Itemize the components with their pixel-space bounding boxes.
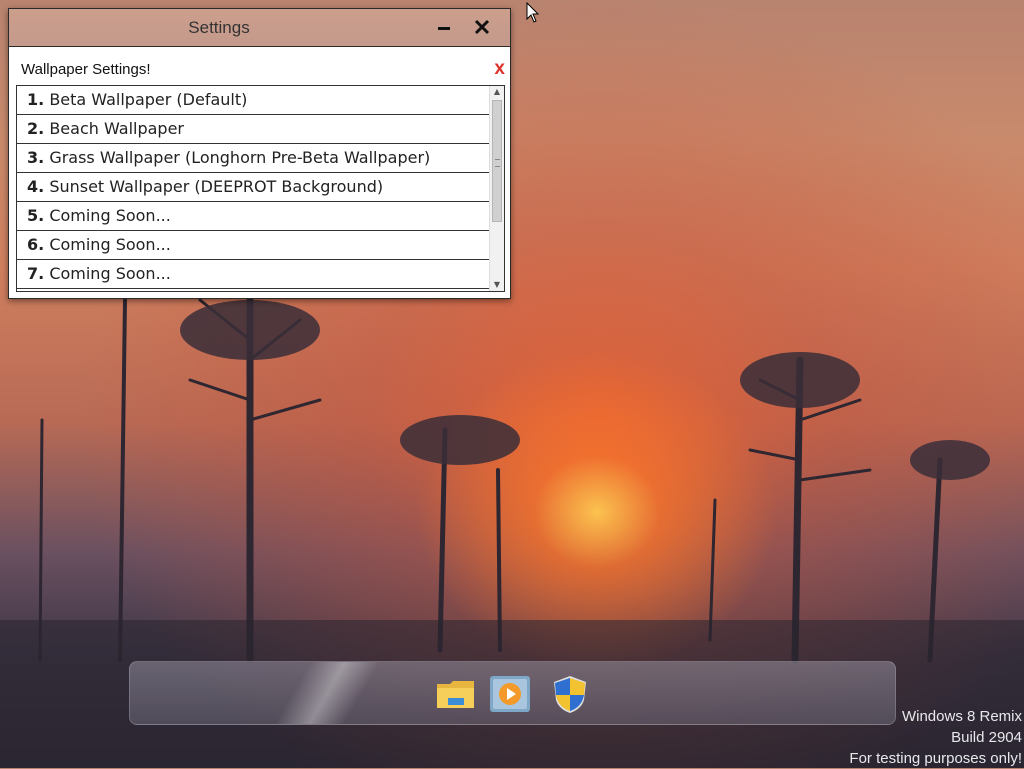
close-window-button[interactable] xyxy=(469,15,495,39)
wallpaper-rows: 1. Beta Wallpaper (Default) 2. Beach Wal… xyxy=(17,86,489,289)
window-title: Settings xyxy=(188,18,250,37)
item-label: Coming Soon... xyxy=(49,235,171,254)
close-panel-button[interactable]: x xyxy=(494,58,505,80)
wallpaper-settings-heading: Wallpaper Settings! xyxy=(21,61,151,78)
scroll-down-arrow-icon[interactable]: ▼ xyxy=(490,279,504,291)
item-number: 1. xyxy=(27,90,45,109)
item-number: 4. xyxy=(27,177,45,196)
wallpaper-item-3[interactable]: 3. Grass Wallpaper (Longhorn Pre-Beta Wa… xyxy=(17,144,489,173)
item-number: 7. xyxy=(27,264,45,283)
item-label: Beta Wallpaper (Default) xyxy=(49,90,248,109)
wallpaper-item-7[interactable]: 7. Coming Soon... xyxy=(17,260,489,289)
item-label: Coming Soon... xyxy=(49,206,171,225)
wallpaper-item-5[interactable]: 5. Coming Soon... xyxy=(17,202,489,231)
watermark-build: Build 2904 xyxy=(951,729,1022,746)
wallpaper-item-6[interactable]: 6. Coming Soon... xyxy=(17,231,489,260)
settings-window: Settings Wallpaper Settings! x 1. Beta W… xyxy=(8,8,511,299)
wallpaper-settings-header: Wallpaper Settings! x xyxy=(21,58,505,81)
scroll-thumb[interactable] xyxy=(492,100,502,222)
item-label: Sunset Wallpaper (DEEPROT Background) xyxy=(49,177,384,196)
grip-icon xyxy=(495,159,500,167)
watermark-notice: For testing purposes only! xyxy=(849,750,1022,767)
scroll-up-arrow-icon[interactable]: ▲ xyxy=(490,86,504,98)
wallpaper-item-4[interactable]: 4. Sunset Wallpaper (DEEPROT Background) xyxy=(17,173,489,202)
close-icon xyxy=(474,19,490,35)
item-number: 6. xyxy=(27,235,45,254)
item-label: Coming Soon... xyxy=(49,264,171,283)
item-number: 2. xyxy=(27,119,45,138)
minimize-icon xyxy=(438,27,450,30)
list-scrollbar[interactable]: ▲ ▼ xyxy=(489,86,504,291)
taskbar-glass-shine xyxy=(264,662,386,724)
item-label: Beach Wallpaper xyxy=(49,119,184,138)
item-label: Grass Wallpaper (Longhorn Pre-Beta Wallp… xyxy=(49,148,431,167)
mouse-cursor-icon xyxy=(526,2,540,23)
build-watermark: Windows 8 Remix Build 2904 For testing p… xyxy=(849,706,1022,769)
taskbar xyxy=(129,661,896,725)
file-explorer-icon[interactable] xyxy=(434,672,478,716)
wallpaper-item-1[interactable]: 1. Beta Wallpaper (Default) xyxy=(17,86,489,115)
settings-titlebar[interactable]: Settings xyxy=(9,9,510,47)
security-shield-icon[interactable] xyxy=(548,672,592,716)
wallpaper-list[interactable]: 1. Beta Wallpaper (Default) 2. Beach Wal… xyxy=(16,85,505,292)
item-number: 3. xyxy=(27,148,45,167)
wallpaper-item-2[interactable]: 2. Beach Wallpaper xyxy=(17,115,489,144)
minimize-button[interactable] xyxy=(431,15,457,39)
item-number: 5. xyxy=(27,206,45,225)
media-player-icon[interactable] xyxy=(488,672,532,716)
watermark-os: Windows 8 Remix xyxy=(901,708,1022,725)
